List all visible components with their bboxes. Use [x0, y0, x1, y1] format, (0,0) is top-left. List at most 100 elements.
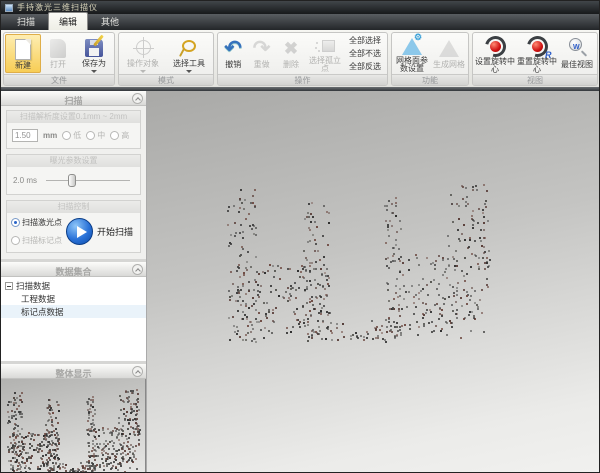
mesh-params-label: 网格面参数设置 [393, 57, 431, 73]
select-tool-dropdown-icon[interactable] [186, 70, 192, 73]
save-as-dropdown-icon[interactable] [91, 70, 97, 73]
best-view-magnifier-icon: W [567, 38, 587, 58]
select-tool-button[interactable]: 选择工具 [166, 34, 212, 73]
start-scan-label: 开始扫描 [97, 225, 133, 238]
ribbon-group-mode: 操作对象 选择工具 模式 [118, 32, 214, 86]
tree-collapse-icon[interactable] [5, 282, 13, 290]
mesh-triangle-icon: ⚙ [402, 38, 422, 55]
redo-button-label: 重做 [254, 61, 270, 69]
scan-panel-title: 扫描 [64, 96, 82, 106]
generate-mesh-label: 生成网格 [433, 61, 465, 69]
set-rotation-center-button[interactable]: 设置旋转中心 [474, 34, 516, 73]
select-isolated-button[interactable]: 选择孤立点 [306, 34, 344, 73]
new-document-icon [15, 39, 31, 60]
data-collection-panel: 数据集合 扫描数据 工程数据 标记点数据 [1, 262, 146, 361]
mesh-params-button[interactable]: ⚙ 网格面参数设置 [393, 34, 431, 73]
tab-edit[interactable]: 编辑 [48, 12, 88, 30]
undo-icon: ↶ [224, 38, 242, 59]
open-button-label: 打开 [50, 61, 66, 69]
generate-mesh-button[interactable]: 生成网格 [431, 34, 467, 73]
crosshair-icon [136, 40, 151, 55]
save-as-button[interactable]: 保存为 [75, 34, 113, 73]
best-view-letter-icon: W [573, 44, 580, 51]
resolution-groupbox: 扫描解析度设置0.1mm ~ 2mm mm 低 中 高 [6, 110, 141, 149]
ribbon-group-view: 设置旋转中心 R 重置旋转中心 W 最佳视图 视图 [472, 32, 598, 86]
data-panel-header: 数据集合 [1, 262, 146, 277]
set-rotation-center-icon [485, 36, 506, 57]
select-tool-label: 选择工具 [173, 60, 205, 68]
exposure-slider[interactable] [46, 180, 130, 181]
point-cloud [227, 183, 489, 341]
undo-button-label: 撤销 [225, 61, 241, 69]
tree-item-project-data[interactable]: 工程数据 [1, 292, 146, 305]
exposure-group-title: 曝光参数设置 [7, 155, 140, 167]
select-all-button[interactable]: 全部选择 [346, 34, 384, 47]
redo-icon: ↷ [253, 38, 271, 59]
ribbon-tab-bar: 扫描 编辑 其他 [1, 14, 599, 30]
undo-button[interactable]: ↶ 撤销 [219, 34, 247, 73]
app-window: 手持激光三维扫描仪 扫描 编辑 其他 新建 打开 保存为 文件 [0, 0, 600, 473]
delete-button-label: 删除 [283, 61, 299, 69]
ribbon-group-function: ⚙ 网格面参数设置 生成网格 功能 [391, 32, 469, 86]
display-panel-header: 整体显示 [1, 364, 146, 379]
operation-target-label: 操作对象 [127, 60, 159, 68]
resolution-radio-mid[interactable]: 中 [86, 130, 105, 141]
data-panel-title: 数据集合 [55, 267, 91, 277]
viewport-3d[interactable] [147, 91, 599, 472]
resolution-group-title: 扫描解析度设置0.1mm ~ 2mm [7, 111, 140, 123]
operation-target-button[interactable]: 操作对象 [120, 34, 166, 73]
ribbon-group-file-label: 文件 [4, 74, 114, 85]
delete-button[interactable]: ✖ 删除 [276, 34, 306, 73]
scan-panel-body: 扫描解析度设置0.1mm ~ 2mm mm 低 中 高 曝光参数设置 2.0 m… [1, 106, 146, 259]
reset-rotation-center-label: 重置旋转中心 [516, 58, 558, 74]
selection-text-buttons: 全部选择 全部不选 全部反选 [344, 34, 386, 73]
select-isolated-label: 选择孤立点 [306, 57, 344, 73]
overall-display-panel: 整体显示 [1, 364, 146, 472]
gear-icon: ⚙ [414, 32, 422, 43]
resolution-radio-high[interactable]: 高 [110, 130, 129, 141]
overview-thumbnail[interactable] [1, 379, 146, 472]
select-invert-button[interactable]: 全部反选 [346, 60, 384, 73]
ribbon-group-mode-label: 模式 [119, 74, 213, 85]
select-none-button[interactable]: 全部不选 [346, 47, 384, 60]
generate-mesh-icon [439, 40, 459, 57]
resolution-unit-label: mm [43, 131, 57, 140]
exposure-groupbox: 曝光参数设置 2.0 ms [6, 154, 141, 195]
isolated-points-cube-icon [322, 40, 335, 52]
tab-scan[interactable]: 扫描 [7, 13, 45, 30]
radio-high-icon [110, 131, 119, 140]
best-view-button[interactable]: W 最佳视图 [558, 34, 596, 73]
scan-panel-collapse-icon[interactable] [132, 93, 143, 104]
set-rotation-center-label: 设置旋转中心 [474, 58, 516, 74]
delete-icon: ✖ [284, 38, 298, 59]
scan-laser-radio[interactable]: 扫描激光点 [11, 217, 62, 228]
save-as-button-label: 保存为 [82, 60, 106, 68]
scan-control-group-title: 扫描控制 [7, 201, 140, 213]
scan-marker-radio[interactable]: 扫描标记点 [11, 235, 62, 246]
lasso-icon [182, 40, 196, 52]
open-file-icon [50, 39, 66, 58]
reset-letter-icon: R [545, 50, 552, 60]
radio-marker-icon [11, 236, 20, 245]
operation-target-dropdown-icon[interactable] [140, 70, 146, 73]
ribbon-group-operation-label: 操作 [218, 74, 387, 85]
resolution-input[interactable] [12, 129, 38, 142]
app-icon [5, 4, 13, 12]
start-scan-play-button[interactable] [66, 218, 93, 245]
tree-item-marker-data[interactable]: 标记点数据 [1, 305, 146, 318]
redo-button[interactable]: ↷ 重做 [247, 34, 275, 73]
tree-item-label: 扫描数据 [16, 280, 50, 292]
reset-rotation-center-button[interactable]: R 重置旋转中心 [516, 34, 558, 73]
data-panel-collapse-icon[interactable] [132, 264, 143, 275]
sidebar: 扫描 扫描解析度设置0.1mm ~ 2mm mm 低 中 高 [1, 91, 147, 472]
data-tree: 扫描数据 工程数据 标记点数据 [1, 277, 146, 361]
display-panel-collapse-icon[interactable] [132, 366, 143, 377]
ribbon-group-file: 新建 打开 保存为 文件 [3, 32, 115, 86]
exposure-slider-thumb[interactable] [68, 174, 76, 187]
new-button[interactable]: 新建 [5, 34, 41, 73]
radio-laser-icon [11, 218, 20, 227]
open-button[interactable]: 打开 [41, 34, 75, 73]
tree-item-scan-data[interactable]: 扫描数据 [1, 279, 146, 292]
resolution-radio-low[interactable]: 低 [62, 130, 81, 141]
tab-other[interactable]: 其他 [91, 13, 129, 30]
